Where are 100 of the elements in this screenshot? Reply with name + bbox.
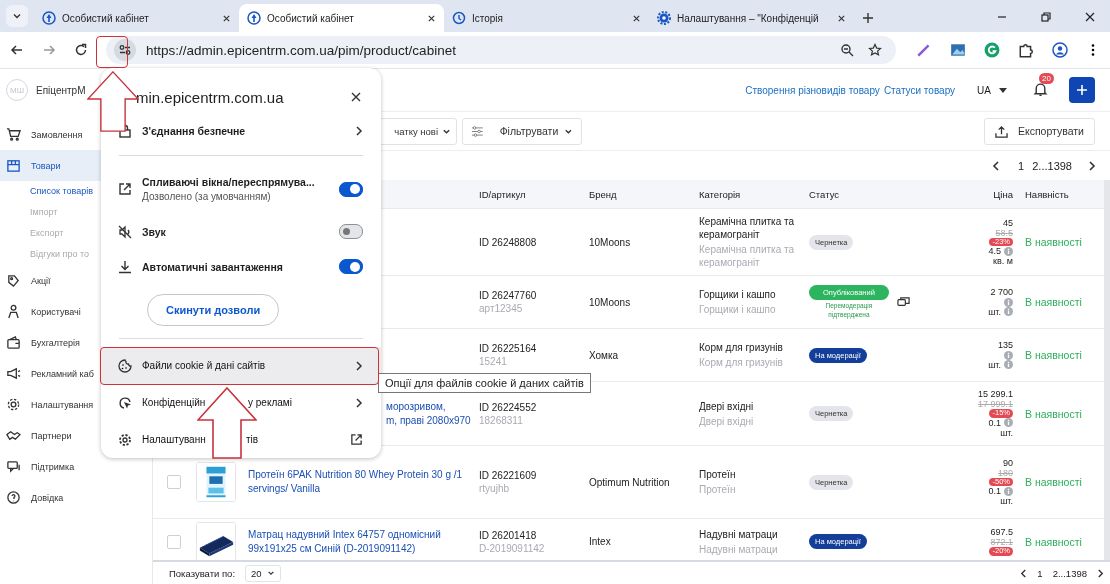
column-header[interactable]: Бренд <box>589 188 699 200</box>
brand-text: Хомка <box>589 349 620 361</box>
cookie-icon <box>118 358 132 373</box>
availability-text: В наявності <box>1024 349 1083 361</box>
sidebar-item[interactable]: Довідка <box>0 482 152 513</box>
comments-icon[interactable] <box>896 295 910 309</box>
close-icon[interactable] <box>632 13 641 23</box>
price-text: 135 <box>997 340 1013 351</box>
availability-text: В наявності <box>1024 407 1083 420</box>
back-icon[interactable] <box>10 43 24 57</box>
popup-menu-item[interactable]: Конфіденційн у рекламі <box>101 384 381 421</box>
zoom-icon[interactable] <box>840 43 854 57</box>
availability-text: В наявності <box>1024 535 1083 548</box>
unit-text: шт. <box>988 306 1001 317</box>
column-header[interactable]: Статус <box>809 188 929 200</box>
tab-title: Налаштування – "Конфіденцій <box>677 12 819 24</box>
tag-icon <box>6 273 21 288</box>
tab-search-button[interactable] <box>6 5 28 27</box>
unit-text: кв. м <box>993 256 1013 267</box>
header-link[interactable]: Створення різновидів товару <box>745 84 880 96</box>
close-icon[interactable] <box>837 13 846 23</box>
sliders-icon <box>471 124 484 138</box>
close-icon[interactable] <box>427 13 436 23</box>
category-text: Керамічна плитка та керамограніт <box>699 215 796 241</box>
column-header[interactable]: Ціна <box>929 188 1013 200</box>
column-header[interactable]: ID/артикул <box>479 188 589 200</box>
box-icon <box>6 158 21 173</box>
next-page-icon[interactable] <box>1097 568 1104 578</box>
old-price-text: 872.1 <box>990 537 1013 548</box>
old-price-text: 58.5 <box>995 227 1013 238</box>
browser-tab[interactable]: Історія <box>444 4 649 32</box>
image-icon[interactable] <box>950 42 966 58</box>
previous-page-icon[interactable] <box>992 160 1001 171</box>
profile-icon[interactable] <box>1052 42 1068 58</box>
row-checkbox[interactable] <box>167 534 181 549</box>
settings-icon <box>118 432 132 447</box>
grammar-icon[interactable] <box>984 42 1000 58</box>
header-link[interactable]: Статуси товару <box>883 84 956 96</box>
close-icon[interactable] <box>222 13 231 23</box>
reset-permissions-button[interactable]: Скинути дозволи <box>147 294 280 326</box>
close-icon[interactable] <box>351 92 361 102</box>
page-size-dropdown[interactable]: 20 <box>245 564 281 582</box>
category-text: Горщики і кашпо <box>699 288 777 301</box>
popup-menu-item[interactable]: Файли cookie й дані сайтів <box>101 347 381 384</box>
article-number: D-2019091142 <box>479 542 546 554</box>
plus-icon <box>1076 84 1088 96</box>
product-name-link[interactable]: Матрац надувний Intex 64757 одномісний 99x191x25 см Синій (D-2019091142) <box>248 527 475 556</box>
product-id: ID 26225164 <box>479 343 538 354</box>
column-header[interactable]: Наявність <box>1013 188 1104 200</box>
quantity-text: 0.1 <box>988 486 1001 497</box>
tooltip: Опції для файлів cookie й даних сайтів <box>378 373 591 393</box>
browser-tab[interactable]: Особистий кабінет <box>34 4 239 32</box>
toggle-switch[interactable] <box>339 224 363 239</box>
chevron-icon <box>266 569 275 577</box>
product-id: ID 26221609 <box>479 470 538 481</box>
previous-page-icon[interactable] <box>1020 568 1028 578</box>
browser-tab[interactable]: Особистий кабінет <box>239 4 444 32</box>
category-subtext: Надувні матраци <box>699 542 779 556</box>
restore-icon[interactable] <box>1040 11 1052 23</box>
wallet-icon <box>6 335 21 350</box>
language-dropdown[interactable]: UA <box>977 84 1007 96</box>
column-header[interactable]: Категорія <box>699 188 809 200</box>
row-checkbox[interactable] <box>167 475 181 489</box>
toggle-switch[interactable] <box>339 181 363 197</box>
permission-status: Дозволено (за умовчанням) <box>142 191 272 202</box>
new-tab-icon[interactable] <box>862 12 874 24</box>
browser-tab[interactable]: Налаштування – "Конфіденцій <box>649 4 854 32</box>
site-info-icon[interactable] <box>114 39 136 61</box>
site-logo-icon <box>247 11 261 25</box>
page-range[interactable]: 2...1398 <box>1032 159 1072 172</box>
filter-dropdown[interactable]: Фільтрувати <box>462 117 582 145</box>
page-range[interactable]: 2...1398 <box>1052 567 1087 579</box>
next-page-icon[interactable] <box>1088 160 1096 171</box>
puzzle-icon[interactable] <box>1018 42 1034 58</box>
external-link-icon <box>350 433 363 446</box>
page-number[interactable]: 1 <box>1018 159 1025 172</box>
article-number: rtyujhb <box>479 483 510 494</box>
help-icon <box>6 490 21 505</box>
permission-label: Автоматичні завантаження <box>142 260 284 273</box>
category-subtext: Двері вхідні <box>699 414 755 428</box>
article-number: 18268311 <box>479 414 524 426</box>
add-button[interactable] <box>1069 77 1095 103</box>
star-icon[interactable] <box>868 43 882 57</box>
export-button[interactable]: Експортувати <box>983 117 1095 145</box>
toggle-switch[interactable] <box>339 259 363 274</box>
tab-title: Особистий кабінет <box>62 12 149 24</box>
forward-icon[interactable] <box>42 43 56 57</box>
bell-icon[interactable] <box>1033 82 1048 97</box>
pen-icon[interactable] <box>916 42 932 58</box>
close-icon[interactable] <box>1084 11 1096 23</box>
product-name-link[interactable]: Протеїн 6PAK Nutrition 80 Whey Protein 30 g /1 servings/ Vanilla <box>248 468 475 496</box>
history-icon <box>452 11 466 25</box>
reload-icon[interactable] <box>74 43 88 57</box>
category-subtext: Протеїн <box>699 483 737 496</box>
chevron-icon <box>355 124 363 137</box>
product-name-link[interactable]: m, праві 2080x970 <box>386 413 475 428</box>
chevron-icon <box>12 11 22 21</box>
category-text: Корм для гризунів <box>699 341 784 354</box>
page-number[interactable]: 1 <box>1037 567 1043 579</box>
product-name-link[interactable]: морозривом, <box>386 399 475 414</box>
